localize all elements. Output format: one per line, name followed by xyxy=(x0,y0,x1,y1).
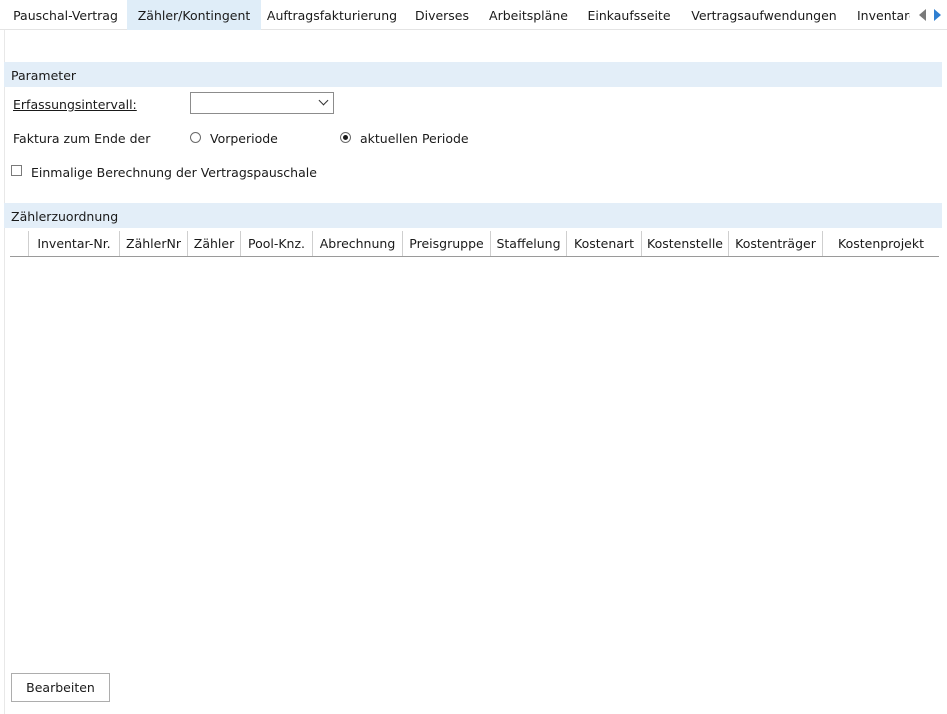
radio-vorperiode[interactable] xyxy=(190,132,201,143)
triangle-right-icon[interactable] xyxy=(934,9,941,21)
radio-aktuellen-periode[interactable] xyxy=(340,132,351,143)
grid-col-zaehlernr[interactable]: ZählerNr xyxy=(120,231,188,256)
zaehler-grid: Inventar-Nr. ZählerNr Zähler Pool-Knz. A… xyxy=(10,231,939,257)
radio-aktuellen-periode-label: aktuellen Periode xyxy=(360,131,469,146)
grid-col-kostentraeger[interactable]: Kostenträger xyxy=(729,231,823,256)
erfassungsintervall-select[interactable] xyxy=(190,92,334,114)
radio-vorperiode-label: Vorperiode xyxy=(210,131,278,146)
grid-col-kostenstelle[interactable]: Kostenstelle xyxy=(642,231,729,256)
tab-einkaufsseite[interactable]: Einkaufsseite xyxy=(576,0,682,30)
grid-col-kostenart[interactable]: Kostenart xyxy=(567,231,642,256)
grid-col-selector[interactable] xyxy=(10,231,29,256)
tab-auftragsfakturierung[interactable]: Auftragsfakturierung xyxy=(261,0,403,30)
tab-zaehler-kontingent[interactable]: Zähler/Kontingent xyxy=(127,0,261,30)
erfassungsintervall-label: Erfassungsintervall: xyxy=(13,97,137,112)
grid-col-inventar-nr[interactable]: Inventar-Nr. xyxy=(29,231,120,256)
parameter-section-header: Parameter xyxy=(4,62,942,87)
tab-bar: Pauschal-Vertrag Zähler/Kontingent Auftr… xyxy=(0,0,947,30)
einmalige-berechnung-checkbox[interactable] xyxy=(11,165,22,176)
grid-col-pool-knz[interactable]: Pool-Knz. xyxy=(241,231,313,256)
bearbeiten-button[interactable]: Bearbeiten xyxy=(11,673,110,702)
tab-pauschal-vertrag[interactable]: Pauschal-Vertrag xyxy=(4,0,127,30)
grid-col-staffelung[interactable]: Staffelung xyxy=(491,231,567,256)
zaehlerzuordnung-section-header: Zählerzuordnung xyxy=(4,203,942,228)
chevron-down-icon xyxy=(318,95,329,106)
tab-diverses[interactable]: Diverses xyxy=(403,0,481,30)
grid-col-preisgruppe[interactable]: Preisgruppe xyxy=(403,231,491,256)
tab-scroll-arrows xyxy=(915,9,945,23)
tab-arbeitsplaene[interactable]: Arbeitspläne xyxy=(481,0,576,30)
grid-col-zaehler[interactable]: Zähler xyxy=(188,231,241,256)
tab-vertragsaufwendungen[interactable]: Vertragsaufwendungen xyxy=(682,0,846,30)
faktura-label: Faktura zum Ende der xyxy=(13,131,151,146)
einmalige-berechnung-label: Einmalige Berechnung der Vertragspauscha… xyxy=(31,165,317,180)
triangle-left-icon[interactable] xyxy=(919,9,926,21)
tab-inventare[interactable]: Inventare xyxy=(846,0,910,30)
grid-col-kostenprojekt[interactable]: Kostenprojekt xyxy=(823,231,939,256)
grid-col-abrechnung[interactable]: Abrechnung xyxy=(313,231,403,256)
